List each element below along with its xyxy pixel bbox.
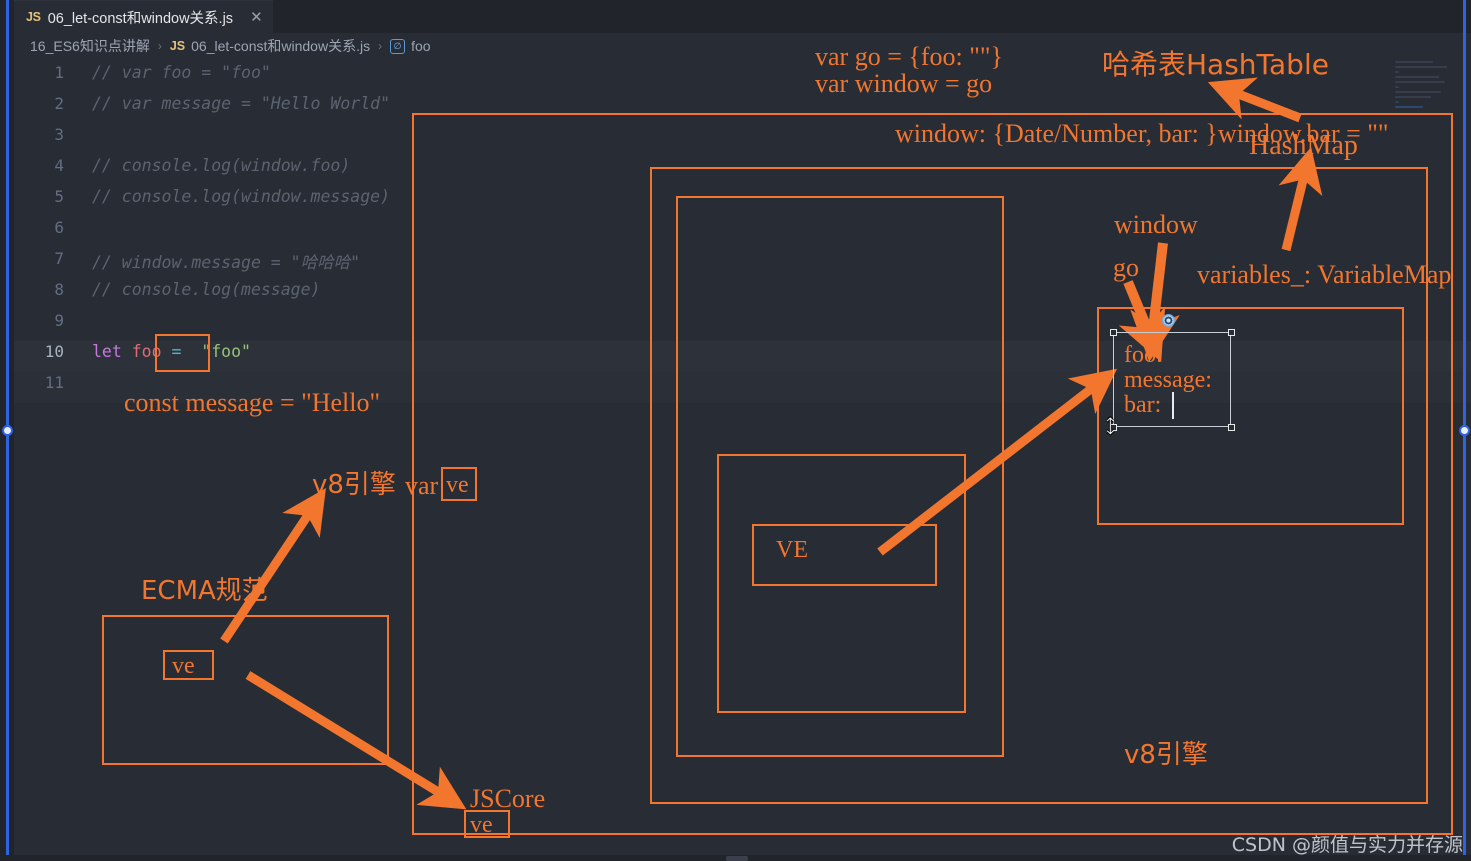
tab-bar-empty-area <box>266 0 1471 33</box>
line-number-active: 10 <box>44 342 64 361</box>
scrollbar-thumb[interactable] <box>726 856 748 861</box>
ecma-spec-box <box>102 615 389 765</box>
breadcrumb-file[interactable]: 06_let-const和window关系.js <box>191 36 370 56</box>
tab-bar: JS 06_let-const和window关系.js ✕ <box>14 0 1471 33</box>
symbol-icon: ∅ <box>390 38 406 54</box>
tab-active-file[interactable]: JS 06_let-const和window关系.js ✕ <box>14 0 273 33</box>
watermark: CSDN @颜值与实力并存源 <box>1231 834 1463 856</box>
anno-v8-engine-left: v8引擎 <box>312 470 396 500</box>
code-line-2: // var message = "Hello World" <box>92 94 391 113</box>
close-icon[interactable]: ✕ <box>250 8 263 26</box>
line-number: 1 <box>54 63 64 82</box>
anno-window-label: window <box>1114 210 1198 239</box>
text-caret <box>1172 392 1174 419</box>
line-number: 2 <box>54 94 64 113</box>
anno-variables-map: variables_: VariableMap <box>1197 260 1452 289</box>
line-number-gutter: 1 2 3 4 5 6 7 8 9 10 11 <box>14 59 80 861</box>
code-line-1: // var foo = "foo" <box>92 63 271 82</box>
line-number: 11 <box>44 373 64 392</box>
anno-const-message: const message = "Hello" <box>124 388 381 417</box>
textbox-line-bar: bar: <box>1124 392 1162 418</box>
guide-handle-left[interactable] <box>2 425 13 436</box>
anno-hashtable: 哈希表HashTable <box>1102 48 1329 81</box>
anno-go-label: go <box>1113 253 1139 282</box>
js-file-icon: JS <box>169 39 186 53</box>
line-number: 7 <box>54 249 64 268</box>
anno-v8-engine-right: v8引擎 <box>1124 740 1208 770</box>
anno-ve-var: ve <box>446 472 469 498</box>
vscode-window: JS 06_let-const和window关系.js ✕ 16_ES6知识点讲… <box>0 0 1471 861</box>
anno-ecma-spec: ECMA规范 <box>141 576 268 606</box>
line-number: 9 <box>54 311 64 330</box>
minimap[interactable] <box>1395 61 1455 121</box>
line-number: 8 <box>54 280 64 299</box>
rotate-icon[interactable] <box>1162 314 1175 327</box>
anno-hashmap: HashMap <box>1249 130 1358 161</box>
foo-highlight-box <box>155 334 210 372</box>
chevron-right-icon: › <box>157 39 162 53</box>
breadcrumb-symbol[interactable]: foo <box>411 38 430 54</box>
resize-handle-tr[interactable] <box>1228 329 1235 336</box>
js-file-icon: JS <box>26 10 41 24</box>
resize-handle-tl[interactable] <box>1110 329 1117 336</box>
line-number: 6 <box>54 218 64 237</box>
line-number: 3 <box>54 125 64 144</box>
anno-ve-ecma: ve <box>172 653 195 679</box>
code-line-4: // console.log(window.foo) <box>92 156 351 175</box>
anno-ve-center: VE <box>776 537 808 563</box>
breadcrumb-folder[interactable]: 16_ES6知识点讲解 <box>30 36 150 56</box>
anno-ve-jscore: ve <box>470 812 493 838</box>
resize-handle-br[interactable] <box>1228 424 1235 431</box>
tab-title: 06_let-const和window关系.js <box>47 10 234 27</box>
code-line-8: // console.log(message) <box>92 280 321 299</box>
anno-go-decl-2: var window = go <box>815 69 993 98</box>
code-line-5: // console.log(window.message) <box>92 187 391 206</box>
code-line-7: // window.message = "哈哈哈" <box>92 253 361 272</box>
keyword-let: let <box>92 342 122 361</box>
line-number: 4 <box>54 156 64 175</box>
guide-handle-right[interactable] <box>1459 425 1470 436</box>
line-number: 5 <box>54 187 64 206</box>
anno-var-keyword: var <box>405 471 439 500</box>
chevron-right-icon: › <box>378 39 383 53</box>
